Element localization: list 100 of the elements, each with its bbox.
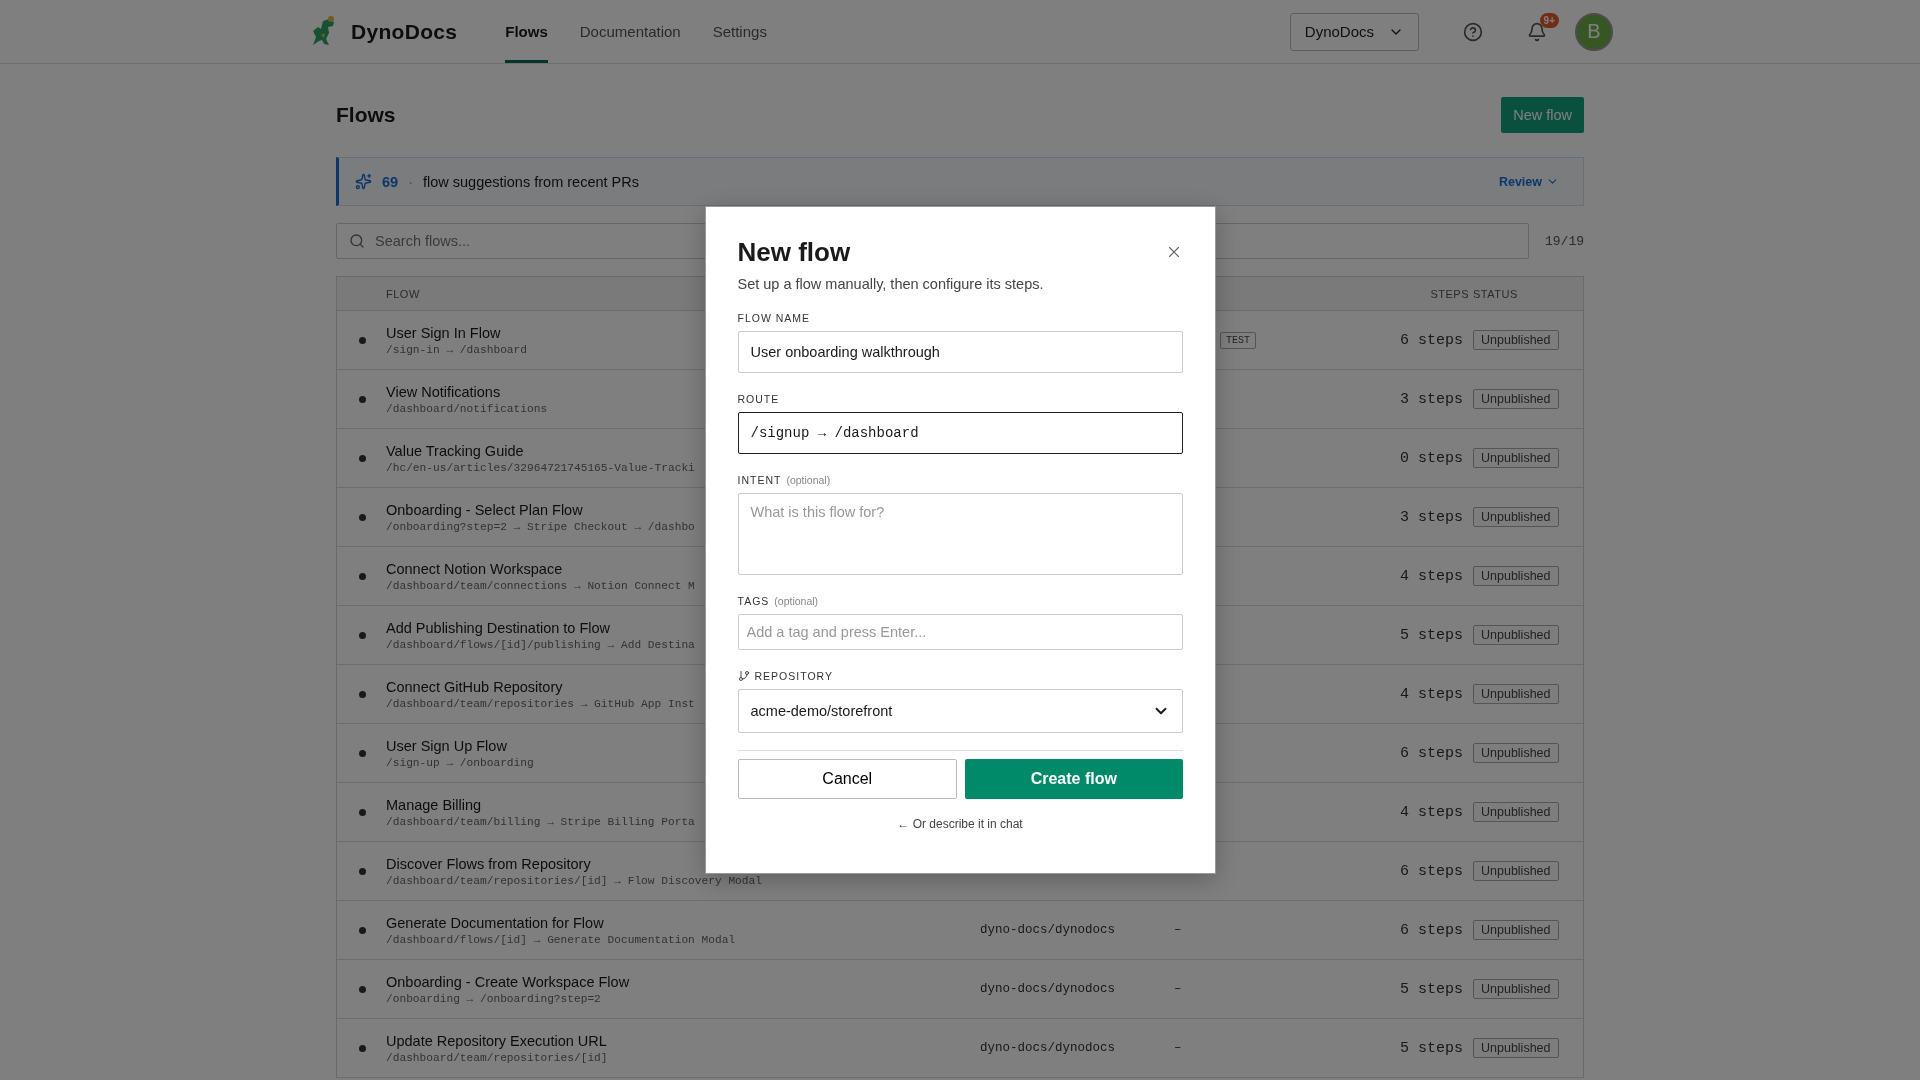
flow-route: /dashboard/notifications <box>386 402 548 415</box>
flow-route: /dashboard/flows/[id] → Generate Documentation Modal <box>386 933 736 946</box>
tag-label: TEST <box>1220 331 1256 349</box>
status-dot <box>359 808 366 816</box>
status-dot <box>359 572 366 580</box>
flow-route: /hc/en-us/articles/32964721745165-Value-Tracki <box>386 461 695 474</box>
tags-field[interactable]: Add a tag and press Enter... <box>737 614 1183 650</box>
flow-route: /onboarding?step=2 → Stripe Checkout → /dashbo <box>386 520 695 533</box>
cancel-button[interactable]: Cancel <box>737 759 957 799</box>
field-label: TAGS <box>737 595 770 607</box>
column-header: STATUS <box>1473 287 1518 300</box>
search-icon <box>349 233 365 249</box>
dialog-subtitle: Set up a flow manually, then configure its steps. <box>737 276 1045 292</box>
status-label: Unpublished <box>1473 389 1559 409</box>
flow-title[interactable]: Add Publishing Destination to Flow <box>386 619 611 636</box>
dialog-title: New flow <box>737 237 851 268</box>
steps-count: 6 steps <box>1400 862 1464 880</box>
status-label: Unpublished <box>1473 330 1559 350</box>
flow-name-field[interactable]: User onboarding walkthrough <box>737 331 1183 373</box>
nav-tab[interactable]: Settings <box>712 0 767 63</box>
steps-count: 4 steps <box>1400 685 1464 703</box>
steps-count: 6 steps <box>1400 921 1464 939</box>
flow-route: /dashboard/team/repositories/[id] → Flow Discovery Modal <box>386 874 762 887</box>
status-dot <box>359 395 366 403</box>
flow-route: /dashboard/team/repositories → GitHub App Inst <box>386 697 695 710</box>
flow-title[interactable]: Connect Notion Workspace <box>386 560 563 577</box>
repository-cell-text: dyno-docs/dynodocs <box>980 1041 1117 1055</box>
flow-title[interactable]: Connect GitHub Repository <box>386 678 563 695</box>
table-cell-text: – <box>1174 1041 1183 1055</box>
notification-badge: 9+ <box>1539 12 1559 28</box>
column-header: STEPS <box>1430 287 1470 300</box>
status-dot <box>359 926 366 934</box>
flow-route: /dashboard/flows/[id]/publishing → Add Destina <box>386 638 695 651</box>
brand-name: DynoDocs <box>351 19 458 44</box>
flow-route: /dashboard/team/billing → Stripe Billing Porta <box>386 815 695 828</box>
steps-count: 5 steps <box>1400 980 1464 998</box>
status-label: Unpublished <box>1473 448 1559 468</box>
status-dot <box>359 454 366 462</box>
flow-route: /onboarding → /onboarding?step=2 <box>386 992 601 1005</box>
flow-title[interactable]: Onboarding - Create Workspace Flow <box>386 973 630 990</box>
steps-count: 6 steps <box>1400 744 1464 762</box>
status-label: Unpublished <box>1473 625 1559 645</box>
flow-title[interactable]: View Notifications <box>386 383 501 400</box>
flow-route: /sign-in → /dashboard <box>386 343 527 356</box>
route-field[interactable]: /signup → /dashboard <box>737 412 1183 454</box>
status-dot <box>359 336 366 344</box>
help-button[interactable] <box>1463 21 1483 42</box>
status-label: Unpublished <box>1473 979 1559 999</box>
steps-count: 0 steps <box>1400 449 1464 467</box>
steps-count: 3 steps <box>1400 508 1464 526</box>
column-header: FLOW <box>386 287 420 300</box>
status-label: Unpublished <box>1473 920 1559 940</box>
field-label: FLOW NAME <box>737 312 811 324</box>
flow-route: /dashboard/team/connections → Notion Connect M <box>386 579 695 592</box>
status-label: Unpublished <box>1473 743 1559 763</box>
flow-title[interactable]: Manage Billing <box>386 796 482 813</box>
steps-count: 3 steps <box>1400 390 1464 408</box>
steps-count: 4 steps <box>1400 567 1464 585</box>
separator: · <box>408 173 413 190</box>
flow-title[interactable]: Generate Documentation for Flow <box>386 914 604 931</box>
workspace-select[interactable]: DynoDocs <box>1289 12 1419 51</box>
intent-field[interactable]: What is this flow for? <box>737 493 1183 575</box>
table-cell-text: – <box>1174 923 1183 937</box>
status-label: Unpublished <box>1473 507 1559 527</box>
field-label: REPOSITORY <box>754 670 833 682</box>
nav-tab[interactable]: Flows <box>505 0 548 63</box>
repository-select[interactable]: acme-demo/storefront <box>737 689 1183 733</box>
status-dot <box>359 690 366 698</box>
flow-title[interactable]: Onboarding - Select Plan Flow <box>386 501 583 518</box>
status-label: Unpublished <box>1473 566 1559 586</box>
status-label: Unpublished <box>1473 802 1559 822</box>
status-dot <box>359 1044 366 1052</box>
status-dot <box>359 631 366 639</box>
status-dot <box>359 867 366 875</box>
page-title: Flows <box>336 103 396 127</box>
banner-text: flow suggestions from recent PRs <box>423 173 639 190</box>
steps-count: 4 steps <box>1400 803 1464 821</box>
flow-title[interactable]: Update Repository Execution URL <box>386 1032 607 1049</box>
status-label: Unpublished <box>1473 684 1559 704</box>
flow-title[interactable]: Value Tracking Guide <box>386 442 524 459</box>
status-dot <box>359 985 366 993</box>
flow-route: /sign-up → /onboarding <box>386 756 534 769</box>
nav-tab[interactable]: Documentation <box>579 0 681 63</box>
create-flow-button[interactable]: Create flow <box>965 759 1183 799</box>
optional-hint: (optional) <box>774 595 819 607</box>
suggestion-count: 69 <box>382 173 399 190</box>
repository-cell-text: dyno-docs/dynodocs <box>980 923 1117 937</box>
flow-title[interactable]: Discover Flows from Repository <box>386 855 591 872</box>
steps-count: 6 steps <box>1400 331 1464 349</box>
steps-count: 5 steps <box>1400 1039 1464 1057</box>
chat-link[interactable]: ← Or describe it in chat <box>897 817 1023 831</box>
help-icon <box>1463 21 1483 42</box>
review-button[interactable]: Review <box>1492 173 1565 190</box>
sparkles-icon <box>355 173 372 190</box>
flow-route: /dashboard/team/repositories/[id] <box>386 1051 608 1064</box>
flow-title[interactable]: User Sign Up Flow <box>386 737 507 754</box>
flow-title[interactable]: User Sign In Flow <box>386 324 501 341</box>
table-cell-text: – <box>1174 982 1183 996</box>
steps-count: 5 steps <box>1400 626 1464 644</box>
status-dot <box>359 513 366 521</box>
